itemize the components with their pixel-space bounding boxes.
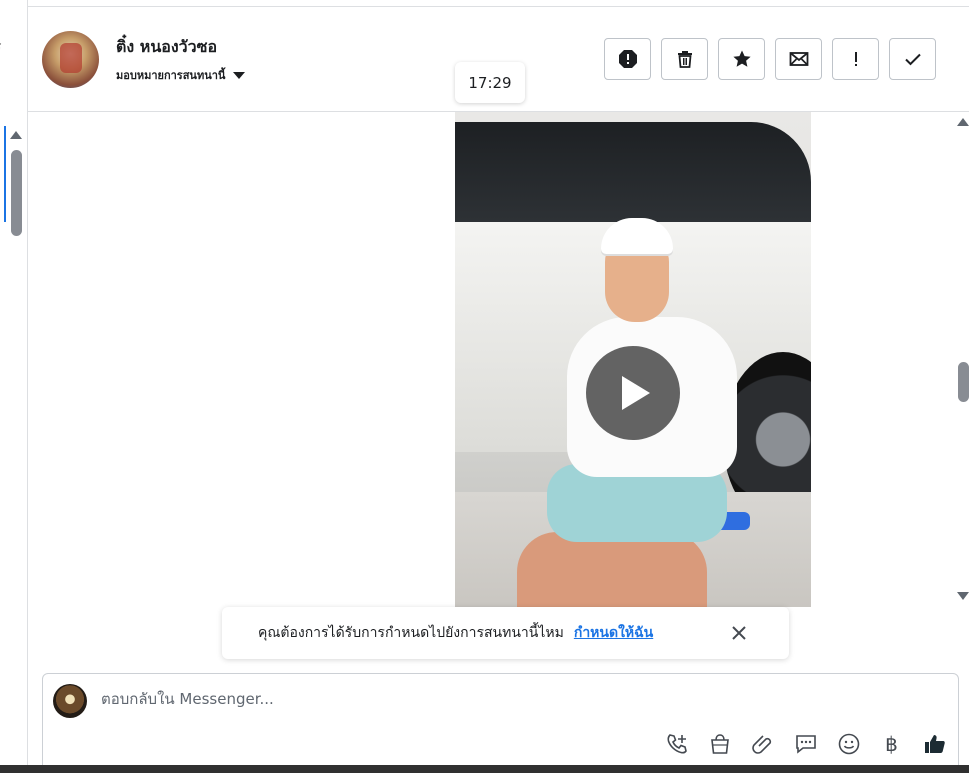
page-avatar — [53, 684, 87, 718]
thread-scrollbar-thumb[interactable] — [958, 362, 969, 402]
left-rail: ร — [0, 0, 28, 773]
contact-avatar[interactable] — [42, 31, 99, 88]
saved-reply-icon[interactable] — [792, 730, 819, 757]
exclamation-icon — [854, 52, 857, 66]
mark-done-button[interactable] — [889, 38, 936, 80]
assign-prompt-banner: คุณต้องการได้รับการกำหนดไปยังการสนทนานี้… — [222, 607, 789, 659]
active-indicator — [4, 126, 6, 222]
reply-composer: ฿ — [42, 673, 959, 773]
shopping-bag-icon[interactable] — [706, 730, 733, 757]
close-icon[interactable] — [730, 624, 748, 642]
baht-icon[interactable]: ฿ — [878, 730, 905, 757]
composer-tools: ฿ — [663, 730, 948, 757]
attachment-icon[interactable] — [749, 730, 776, 757]
header-toolbar — [604, 38, 936, 80]
baht-glyph: ฿ — [885, 731, 898, 756]
thumbs-up-icon[interactable] — [921, 730, 948, 757]
rail-cut-text: ร — [0, 36, 2, 58]
left-scroll-up-arrow[interactable] — [10, 131, 22, 139]
video-frame-legs — [517, 532, 707, 607]
call-plus-icon[interactable] — [663, 730, 690, 757]
thread-scroll-down-arrow[interactable] — [957, 592, 969, 600]
assign-to-me-link[interactable]: กำหนดให้ฉัน — [574, 622, 653, 644]
delete-button[interactable] — [661, 38, 708, 80]
left-scrollbar-thumb[interactable] — [11, 150, 22, 236]
video-frame-car-window — [455, 122, 811, 232]
assign-prompt-text: คุณต้องการได้รับการกำหนดไปยังการสนทนานี้… — [258, 625, 564, 641]
assign-label: มอบหมายการสนทนานี้ — [116, 69, 226, 82]
envelope-icon — [789, 52, 808, 66]
video-message[interactable] — [455, 112, 811, 607]
check-icon — [904, 53, 921, 66]
message-timestamp: 17:29 — [455, 62, 525, 103]
star-button[interactable] — [718, 38, 765, 80]
reply-input[interactable] — [101, 690, 901, 708]
exclamation-circle-icon — [618, 50, 637, 68]
play-icon — [622, 376, 650, 410]
mark-unread-button[interactable] — [775, 38, 822, 80]
follow-up-button[interactable] — [832, 38, 879, 80]
message-thread — [28, 112, 969, 607]
spam-button[interactable] — [604, 38, 651, 80]
trash-icon — [677, 51, 692, 68]
assign-conversation-dropdown[interactable]: มอบหมายการสนทนานี้ — [116, 66, 246, 84]
star-icon — [732, 50, 751, 67]
thread-scroll-up-arrow[interactable] — [957, 118, 969, 126]
emoji-icon[interactable] — [835, 730, 862, 757]
play-button[interactable] — [586, 346, 680, 440]
contact-name[interactable]: ติ๋ง หนองวัวซอ — [116, 35, 217, 60]
caret-down-icon — [233, 71, 246, 79]
taskbar-strip — [0, 765, 969, 773]
